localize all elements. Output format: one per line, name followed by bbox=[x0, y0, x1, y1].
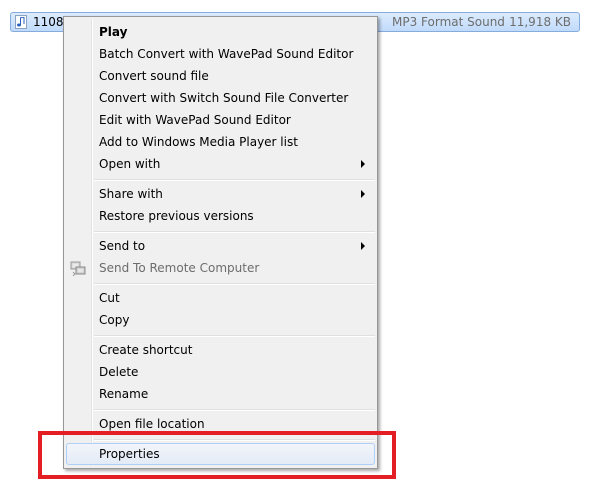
menu-item-cut[interactable]: Cut bbox=[66, 287, 375, 309]
menu-item-label: Share with bbox=[99, 187, 163, 201]
menu-item-label: Send To Remote Computer bbox=[99, 261, 260, 275]
menu-item-send-to-remote-computer[interactable]: Send To Remote Computer bbox=[66, 257, 375, 279]
menu-item-convert-switch[interactable]: Convert with Switch Sound File Converter bbox=[66, 87, 375, 109]
menu-item-open-with[interactable]: Open with bbox=[66, 153, 375, 175]
menu-item-label: Delete bbox=[99, 365, 139, 379]
menu-item-label: Add to Windows Media Player list bbox=[99, 135, 298, 149]
menu-item-label: Restore previous versions bbox=[99, 209, 254, 223]
menu-item-share-with[interactable]: Share with bbox=[66, 183, 375, 205]
menu-item-label: Send to bbox=[99, 239, 146, 253]
menu-item-label: Copy bbox=[99, 313, 130, 327]
menu-item-edit-wavepad[interactable]: Edit with WavePad Sound Editor bbox=[66, 109, 375, 131]
menu-item-send-to[interactable]: Send to bbox=[66, 235, 375, 257]
file-size: 11,918 KB bbox=[509, 15, 571, 29]
remote-computer-icon bbox=[70, 260, 86, 277]
menu-item-create-shortcut[interactable]: Create shortcut bbox=[66, 339, 375, 361]
menu-separator bbox=[94, 231, 375, 233]
menu-separator bbox=[94, 409, 375, 411]
menu-item-label: Open file location bbox=[99, 417, 205, 431]
menu-item-label: Convert sound file bbox=[99, 69, 209, 83]
menu-separator bbox=[94, 335, 375, 337]
menu-item-delete[interactable]: Delete bbox=[66, 361, 375, 383]
menu-separator bbox=[94, 179, 375, 181]
menu-item-restore-previous-versions[interactable]: Restore previous versions bbox=[66, 205, 375, 227]
menu-separator bbox=[94, 283, 375, 285]
menu-item-add-to-wmp-list[interactable]: Add to Windows Media Player list bbox=[66, 131, 375, 153]
submenu-arrow-icon bbox=[361, 160, 365, 168]
menu-item-label: Edit with WavePad Sound Editor bbox=[99, 113, 291, 127]
menu-item-label: Rename bbox=[99, 387, 149, 401]
music-file-icon bbox=[15, 15, 27, 29]
menu-item-label: Batch Convert with WavePad Sound Editor bbox=[99, 47, 354, 61]
highlight-annotation-box bbox=[38, 431, 396, 479]
menu-item-label: Convert with Switch Sound File Converter bbox=[99, 91, 349, 105]
menu-item-play[interactable]: Play bbox=[66, 21, 375, 43]
submenu-arrow-icon bbox=[361, 190, 365, 198]
menu-item-label: Play bbox=[99, 25, 128, 39]
menu-item-label: Open with bbox=[99, 157, 161, 171]
menu-item-label: Create shortcut bbox=[99, 343, 193, 357]
file-type: MP3 Format Sound bbox=[392, 15, 505, 29]
context-menu: Play Batch Convert with WavePad Sound Ed… bbox=[63, 16, 378, 469]
menu-item-rename[interactable]: Rename bbox=[66, 383, 375, 405]
menu-item-batch-convert-wavepad[interactable]: Batch Convert with WavePad Sound Editor bbox=[66, 43, 375, 65]
menu-item-convert-sound-file[interactable]: Convert sound file bbox=[66, 65, 375, 87]
submenu-arrow-icon bbox=[361, 242, 365, 250]
menu-item-label: Cut bbox=[99, 291, 120, 305]
menu-item-copy[interactable]: Copy bbox=[66, 309, 375, 331]
